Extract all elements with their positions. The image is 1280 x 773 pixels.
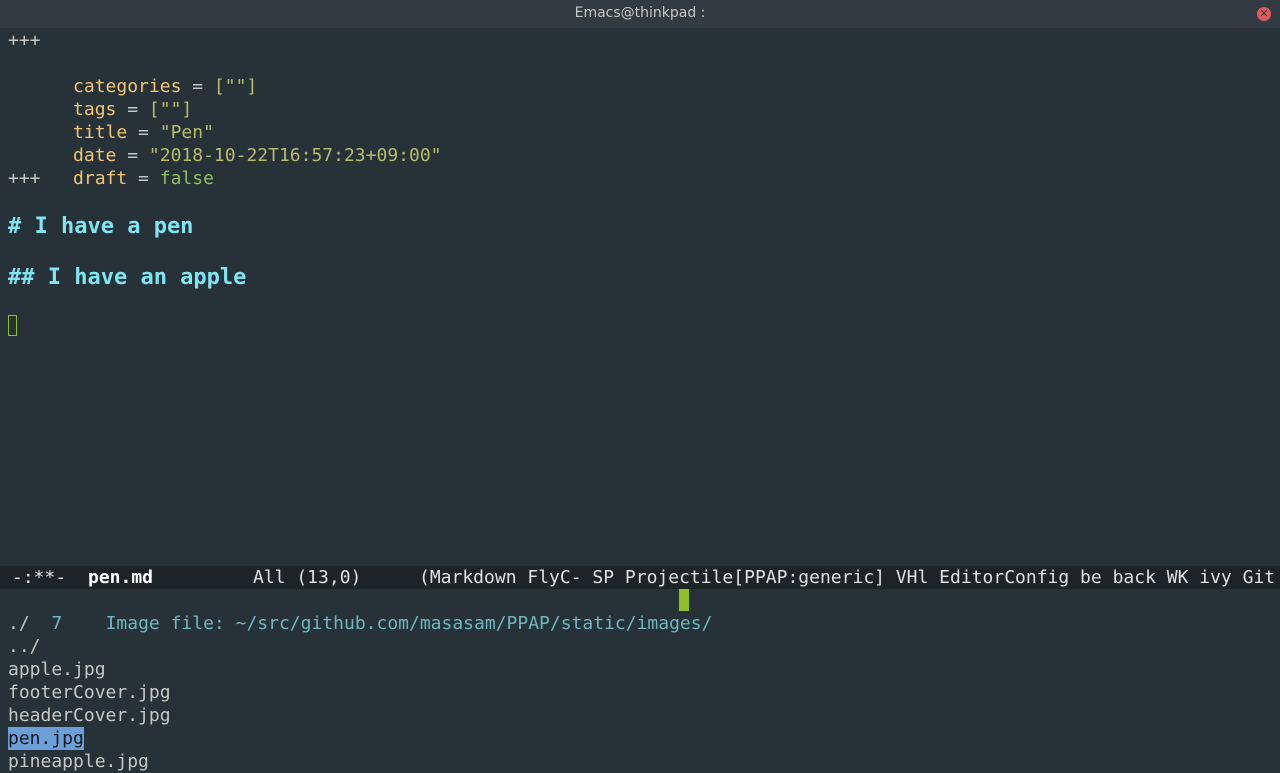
emacs-window: Emacs@thinkpad : ✕ +++ categories = [""]… bbox=[0, 0, 1280, 773]
heading-1: # I have a pen bbox=[8, 214, 194, 239]
candidate-item[interactable]: headerCover.jpg bbox=[8, 704, 171, 727]
buffer-filename[interactable]: pen.md bbox=[88, 566, 153, 589]
candidate-count: 7 bbox=[51, 613, 63, 634]
minibuffer-prompt[interactable]: 7 Image file: ~/src/github.com/masasam/P… bbox=[8, 589, 712, 634]
close-icon[interactable]: ✕ bbox=[1257, 7, 1271, 21]
frontmatter-line: categories = [""] bbox=[8, 52, 257, 97]
heading-2: ## I have an apple bbox=[8, 265, 247, 290]
frontmatter-line: tags = [""] bbox=[8, 75, 192, 120]
candidate-item[interactable]: apple.jpg bbox=[8, 658, 106, 681]
candidate-item[interactable]: pineapple.jpg bbox=[8, 750, 149, 773]
frontmatter-line: date = "2018-10-22T16:57:23+09:00" bbox=[8, 121, 441, 166]
field-value: [""] bbox=[213, 76, 258, 97]
minibuffer-cursor bbox=[679, 589, 689, 611]
prompt-input[interactable]: ~/src/github.com/masasam/PPAP/static/ima… bbox=[236, 613, 713, 634]
candidate-item[interactable]: ../ bbox=[8, 635, 41, 658]
field-key: draft bbox=[73, 168, 128, 189]
window-title: Emacs@thinkpad : bbox=[574, 5, 706, 21]
buffer-state: -:**- bbox=[12, 567, 67, 588]
text-cursor bbox=[8, 315, 17, 336]
title-bar: Emacs@thinkpad : ✕ bbox=[0, 0, 1280, 28]
frontmatter-open: +++ bbox=[8, 30, 41, 51]
candidate-item[interactable]: footerCover.jpg bbox=[8, 681, 171, 704]
frontmatter-close: +++ bbox=[8, 168, 41, 189]
frontmatter-line: draft = false bbox=[8, 144, 214, 189]
field-op: = bbox=[127, 168, 160, 189]
field-value: false bbox=[159, 168, 214, 189]
mode-line: -:**- pen.md All (13,0) (Markdown FlyC- … bbox=[0, 566, 1280, 589]
frontmatter-line: title = "Pen" bbox=[8, 98, 214, 143]
mode-list[interactable]: (Markdown FlyC- SP Projectile[PPAP:gener… bbox=[419, 566, 1275, 589]
buffer-position: All (13,0) bbox=[253, 567, 362, 588]
candidate-item-selected[interactable]: pen.jpg bbox=[8, 727, 84, 750]
prompt-label: Image file: bbox=[105, 613, 236, 634]
candidate-item[interactable]: ./ bbox=[8, 612, 30, 635]
